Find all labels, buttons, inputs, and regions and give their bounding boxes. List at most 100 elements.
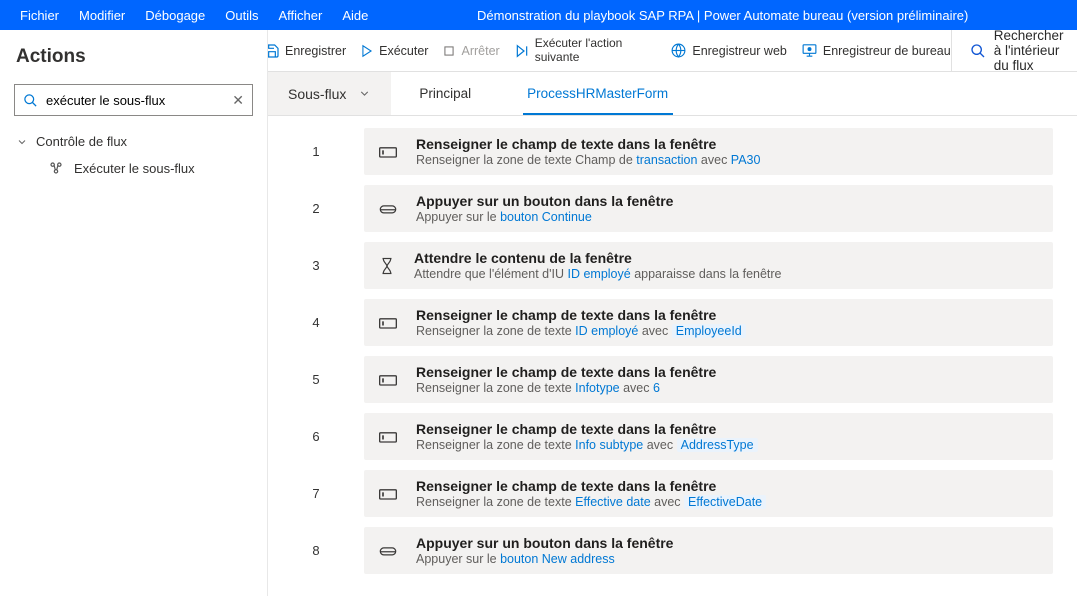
step-text: Renseigner le champ de texte dans la fen… [416, 364, 1039, 395]
save-icon [268, 43, 280, 59]
actions-search-input[interactable] [46, 93, 224, 108]
step-card[interactable]: Renseigner le champ de texte dans la fen… [364, 128, 1053, 175]
step-title: Renseigner le champ de texte dans la fen… [416, 478, 1039, 494]
step-icon [514, 43, 530, 59]
tree-group-flow-control[interactable]: Contrôle de flux [0, 128, 267, 155]
menu-debug[interactable]: Débogage [135, 8, 215, 23]
step-title: Renseigner le champ de texte dans la fen… [416, 307, 1039, 323]
web-recorder-button[interactable]: Enregistreur web [670, 42, 787, 59]
step-text: Attendre le contenu de la fenêtreAttendr… [414, 250, 1039, 281]
toolbar: Enregistrer Exécuter Arrêter [268, 30, 1077, 72]
step-title: Attendre le contenu de la fenêtre [414, 250, 1039, 266]
step-number: 4 [268, 299, 364, 346]
step-card[interactable]: Renseigner le champ de texte dans la fen… [364, 299, 1053, 346]
step-title: Renseigner le champ de texte dans la fen… [416, 421, 1039, 437]
menu-tools[interactable]: Outils [215, 8, 268, 23]
step-row[interactable]: 4 Renseigner le champ de texte dans la fe… [268, 299, 1053, 346]
step-card[interactable]: Attendre le contenu de la fenêtreAttendr… [364, 242, 1053, 289]
menu-edit[interactable]: Modifier [69, 8, 135, 23]
step-text: Renseigner le champ de texte dans la fen… [416, 478, 1039, 509]
tab-main-label: Principal [419, 86, 471, 101]
step-card[interactable]: Renseigner le champ de texte dans la fen… [364, 470, 1053, 517]
step-description: Renseigner la zone de texte Infotype ave… [416, 381, 1039, 395]
step-row[interactable]: 5 Renseigner le champ de texte dans la fe… [268, 356, 1053, 403]
populate-icon [378, 371, 398, 389]
step-number: 1 [268, 128, 364, 175]
run-next-l2: suivante [535, 51, 623, 64]
globe-icon [670, 42, 687, 59]
step-title: Renseigner le champ de texte dans la fen… [416, 136, 1039, 152]
monitor-icon [801, 42, 818, 59]
tree-group-label: Contrôle de flux [36, 134, 127, 149]
step-description: Attendre que l'élément d'IU ID employé a… [414, 267, 1039, 281]
step-row[interactable]: 8 Appuyer sur un bouton dans la fenêtreAp… [268, 527, 1053, 574]
desktop-recorder-button[interactable]: Enregistreur de bureau [801, 42, 951, 59]
tab-process-label: ProcessHRMasterForm [527, 86, 668, 101]
populate-icon [378, 485, 398, 503]
run-next-l1: Exécuter l'action [535, 37, 623, 50]
step-description: Appuyer sur le bouton Continue [416, 210, 1039, 224]
desktop-recorder-label: Enregistreur de bureau [823, 44, 951, 58]
step-row[interactable]: 2 Appuyer sur un bouton dans la fenêtreAp… [268, 185, 1053, 232]
step-description: Renseigner la zone de texte Info subtype… [416, 438, 1039, 452]
step-card[interactable]: Appuyer sur un bouton dans la fenêtreApp… [364, 185, 1053, 232]
steps-list: 1 Renseigner le champ de texte dans la fe… [268, 116, 1077, 596]
step-description: Renseigner la zone de texte Champ de tra… [416, 153, 1039, 167]
step-card[interactable]: Appuyer sur un bouton dans la fenêtreApp… [364, 527, 1053, 574]
step-title: Appuyer sur un bouton dans la fenêtre [416, 193, 1039, 209]
run-label: Exécuter [379, 44, 428, 58]
clear-icon[interactable]: ✕ [232, 92, 244, 109]
menu-bar: Fichier Modifier Débogage Outils Affiche… [0, 0, 1077, 30]
step-number: 6 [268, 413, 364, 460]
stop-label: Arrêter [461, 44, 499, 58]
step-card[interactable]: Renseigner le champ de texte dans la fen… [364, 356, 1053, 403]
menu-help[interactable]: Aide [332, 8, 378, 23]
flow-search-label: Rechercher à l'intérieur du flux [994, 30, 1069, 73]
actions-pane: Actions ✕ Contrôle de flux Exécuter le s… [0, 30, 268, 596]
menu-view[interactable]: Afficher [269, 8, 333, 23]
subflow-icon [48, 160, 64, 176]
populate-icon [378, 143, 398, 161]
step-description: Renseigner la zone de texte Effective da… [416, 495, 1039, 509]
step-number: 5 [268, 356, 364, 403]
step-row[interactable]: 7 Renseigner le champ de texte dans la fe… [268, 470, 1053, 517]
web-recorder-label: Enregistreur web [692, 44, 787, 58]
press-icon [378, 200, 398, 218]
step-text: Renseigner le champ de texte dans la fen… [416, 421, 1039, 452]
run-next-button[interactable]: Exécuter l'action suivante [514, 37, 623, 63]
search-icon [970, 43, 986, 59]
search-icon [23, 93, 38, 108]
populate-icon [378, 428, 398, 446]
step-number: 2 [268, 185, 364, 232]
step-number: 8 [268, 527, 364, 574]
tab-process-hr[interactable]: ProcessHRMasterForm [499, 72, 696, 115]
run-button[interactable]: Exécuter [360, 44, 428, 58]
chevron-down-icon [358, 87, 371, 100]
play-icon [360, 44, 374, 58]
step-card[interactable]: Renseigner le champ de texte dans la fen… [364, 413, 1053, 460]
wait-icon [378, 257, 396, 275]
step-text: Appuyer sur un bouton dans la fenêtreApp… [416, 535, 1039, 566]
tabs: Sous-flux Principal ProcessHRMasterForm [268, 72, 1077, 116]
save-button[interactable]: Enregistrer [268, 43, 346, 59]
step-text: Appuyer sur un bouton dans la fenêtreApp… [416, 193, 1039, 224]
menu-file[interactable]: Fichier [10, 8, 69, 23]
step-number: 3 [268, 242, 364, 289]
step-description: Appuyer sur le bouton New address [416, 552, 1039, 566]
stop-button[interactable]: Arrêter [442, 44, 499, 58]
window-title: Démonstration du playbook SAP RPA | Powe… [378, 8, 1067, 23]
step-row[interactable]: 6 Renseigner le champ de texte dans la fe… [268, 413, 1053, 460]
subflows-dropdown[interactable]: Sous-flux [268, 72, 391, 115]
step-row[interactable]: 3 Attendre le contenu de la fenêtreAttend… [268, 242, 1053, 289]
tree-item-run-subflow[interactable]: Exécuter le sous-flux [0, 155, 267, 181]
actions-title: Actions [0, 30, 267, 78]
main-area: Enregistrer Exécuter Arrêter [268, 30, 1077, 596]
stop-icon [442, 44, 456, 58]
step-row[interactable]: 1 Renseigner le champ de texte dans la fe… [268, 128, 1053, 175]
step-title: Renseigner le champ de texte dans la fen… [416, 364, 1039, 380]
tab-main[interactable]: Principal [391, 72, 499, 115]
flow-search[interactable]: Rechercher à l'intérieur du flux [951, 30, 1069, 71]
step-number: 7 [268, 470, 364, 517]
step-text: Renseigner le champ de texte dans la fen… [416, 136, 1039, 167]
actions-search[interactable]: ✕ [14, 84, 253, 116]
